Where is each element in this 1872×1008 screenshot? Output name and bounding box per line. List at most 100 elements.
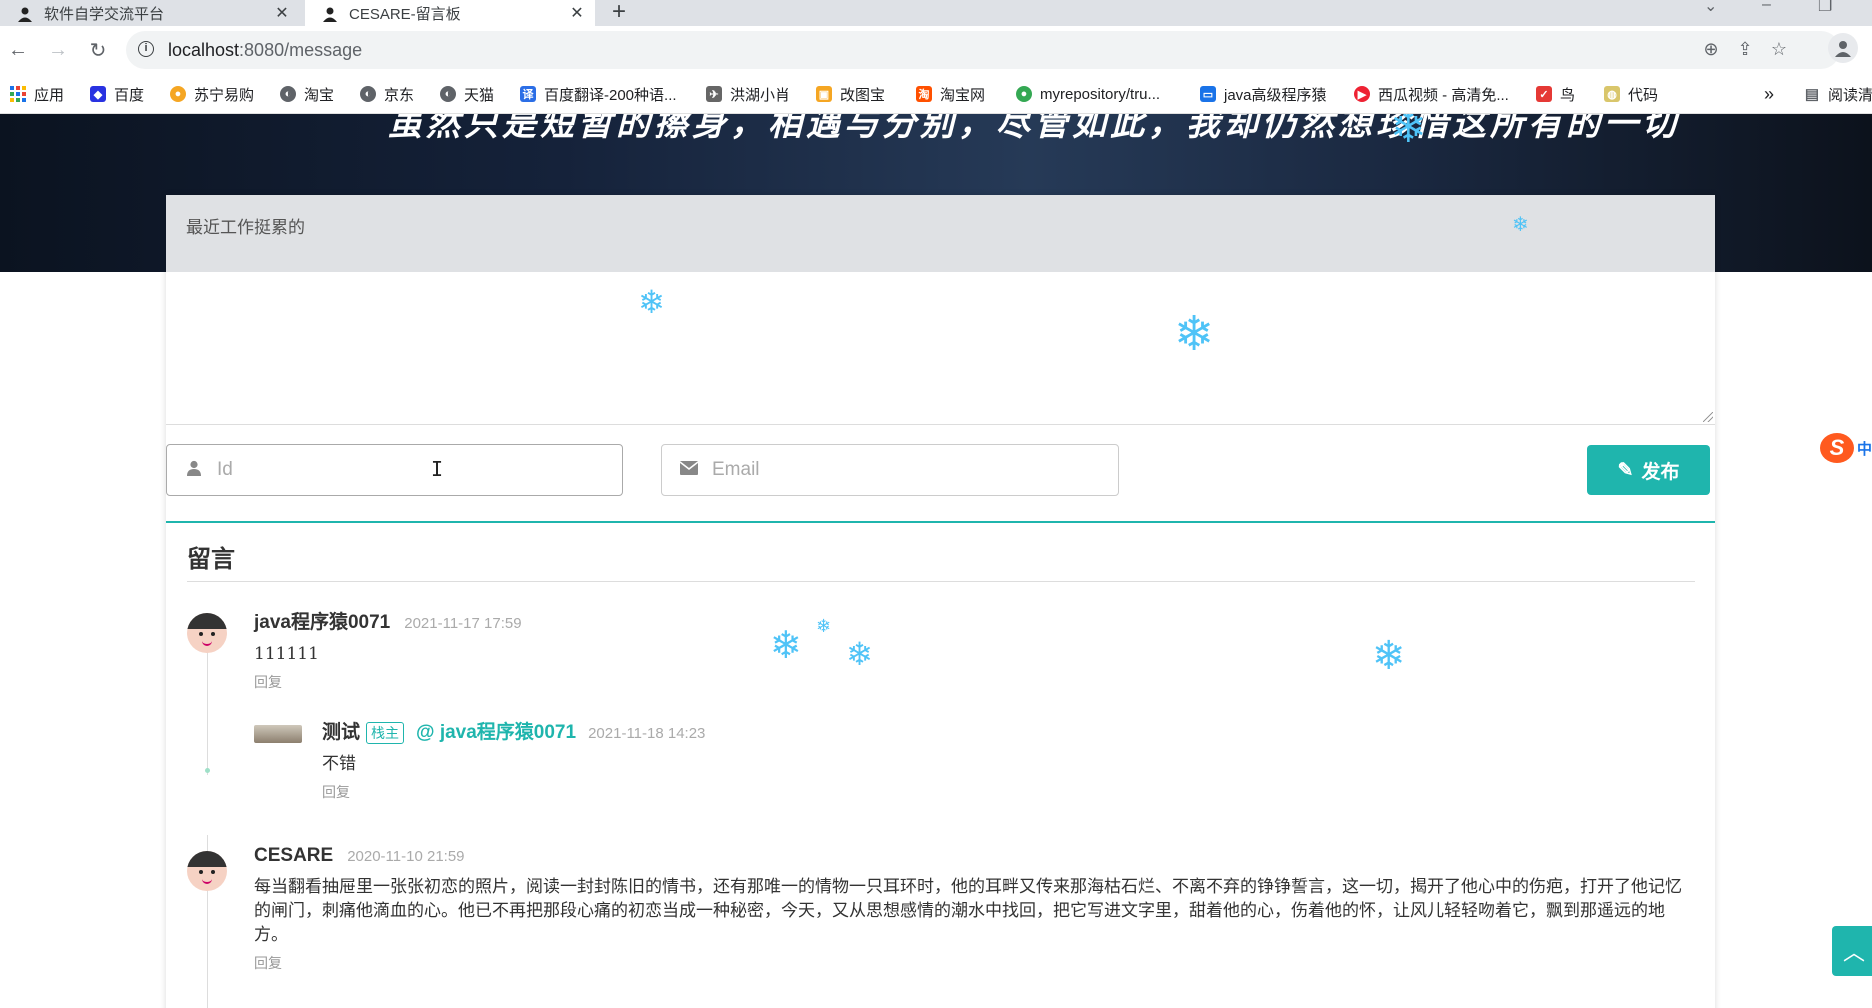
bookmark-label: 百度 [114,86,145,104]
resize-handle-icon[interactable] [1703,412,1713,422]
section-divider [166,521,1715,523]
browser-tab-strip: 软件自学交流平台 ✕ CESARE-留言板 ✕ + ⌄ – ❐ [0,0,1872,26]
bookmark-myrepository[interactable]: ● myrepository/tru... [1016,83,1160,105]
tab-search-chevron-icon[interactable]: ⌄ [1704,0,1717,16]
bookmark-tmall[interactable]: ◐ 天猫 [440,83,494,105]
bookmark-jd[interactable]: ◐ 京东 [360,83,414,105]
bookmarks-bar: 应用 ◆ 百度 ● 苏宁易购 ◐ 淘宝 ◐ 京东 ◐ 天猫 译百度翻译-200种语... … [0,74,1872,114]
restore-icon[interactable]: ❐ [1818,0,1832,16]
ime-toolbar[interactable]: S 中 °, ☺ 🎙 ⌨ ⚙ [1820,433,1872,463]
avatar [187,613,227,653]
globe-icon: ◐ [360,86,376,102]
message-card: I S 中 °, ☺ 🎙 ⌨ ⚙ ✎ 发布 留言 [166,195,1872,1008]
id-input[interactable] [215,458,622,482]
translate-icon: 译 [520,86,536,102]
bookmark-bird[interactable]: ✓ 鸟 [1536,83,1575,105]
bookmark-apps[interactable]: 应用 [10,83,64,105]
message-board-page: 虽然只是短暂的擦身，相遇与分别，尽管如此，我却仍然想珍惜这所有的一切 I S 中… [0,114,1872,1008]
address-bar[interactable]: i localhost:8080/message ⊕ ⇪ ☆ [126,31,1840,69]
new-tab-button[interactable]: + [612,0,626,26]
globe-icon: ◐ [440,86,456,102]
folder-icon: ▣ [816,86,832,102]
bookmark-label: 淘宝网 [940,86,986,104]
envelope-icon [678,460,700,480]
reply-link[interactable]: 回复 [322,782,350,802]
share-icon[interactable]: ⇪ [1734,39,1756,61]
back-arrow-icon[interactable]: ← [4,36,32,64]
snowflake-icon: ❄ [1174,306,1215,362]
reading-list-label: 阅读清 [1828,86,1872,104]
tab-title: 软件自学交流平台 [44,5,165,23]
snowflake-icon: ❄ [846,635,873,673]
forward-arrow-icon[interactable]: → [44,36,72,64]
xigua-icon: ▶ [1354,86,1370,102]
snowflake-icon: ❄ [1512,212,1529,236]
message-textarea[interactable] [166,195,1715,425]
bookmark-label: 洪湖小肖 [730,86,791,104]
id-field[interactable]: I [166,444,623,496]
site-info-icon[interactable]: i [138,41,154,57]
close-tab-icon[interactable]: ✕ [272,3,292,23]
baidu-paw-icon: ◆ [90,86,106,102]
bookmark-suning[interactable]: ● 苏宁易购 [170,83,254,105]
bookmark-baidu-translate[interactable]: 译百度翻译-200种语... [520,83,677,105]
bookmark-code[interactable]: ◍ 代码 [1604,83,1658,105]
comment-author: CESARE [254,845,334,866]
heading-underline [187,581,1695,582]
bookmarks-overflow-button[interactable]: » [1764,83,1774,105]
messages-heading: 留言 [187,546,235,573]
reading-list-button[interactable]: ▤ 阅读清 [1804,83,1872,105]
publish-label: 发布 [1641,461,1680,483]
reply-link[interactable]: 回复 [254,672,282,692]
comment-time: 2021-11-17 17:59 [404,615,522,632]
minimize-icon[interactable]: – [1762,0,1771,14]
taobao-icon: 淘 [916,86,932,102]
tab-software-platform[interactable]: 软件自学交流平台 ✕ [0,0,300,26]
bookmark-honghu[interactable]: ✈ 洪湖小肖 [706,83,790,105]
chevron-up-icon: ︿ [1842,940,1865,965]
comment-author: java程序猿0071 [254,612,391,633]
tab-title: CESARE-留言板 [349,5,461,23]
reload-icon[interactable]: ↻ [84,36,112,64]
bookmark-taobao[interactable]: ◐ 淘宝 [280,83,334,105]
bookmark-java-senior[interactable]: ▭ java高级程序猿 [1200,83,1327,105]
bookmark-gaitubao[interactable]: ▣ 改图宝 [816,83,885,105]
chrome-icon: ● [1016,86,1032,102]
tab-message-board[interactable]: CESARE-留言板 ✕ [305,0,595,26]
sogou-ime-icon[interactable]: S [1820,433,1854,463]
back-to-top-button[interactable]: ︿ [1832,926,1872,976]
bookmark-label: 改图宝 [840,86,886,104]
bookmark-label: 应用 [34,86,65,104]
bookmark-xigua[interactable]: ▶ 西瓜视频 - 高清免... [1354,83,1509,105]
mention-link[interactable]: @ java程序猿0071 [416,717,576,744]
message-editor [166,195,1715,425]
decor-dot [205,768,210,773]
publish-button[interactable]: ✎ 发布 [1587,445,1710,495]
bookmark-label: 百度翻译-200种语... [544,86,677,104]
profile-avatar-icon[interactable] [1828,33,1858,63]
bookmark-label: 代码 [1628,86,1659,104]
comment-author: 测试 [322,722,361,743]
leaf-icon: ◍ [1604,86,1620,102]
bookmark-baidu[interactable]: ◆ 百度 [90,83,144,105]
person-favicon-icon [16,4,34,22]
edit-icon: ✎ [1617,459,1634,481]
close-tab-icon[interactable]: ✕ [567,3,587,23]
thread-line [207,645,208,775]
comment-text: 不错 [322,754,356,774]
bookmark-label: java高级程序猿 [1224,86,1327,104]
bookmark-star-icon[interactable]: ☆ [1768,39,1790,61]
email-field[interactable] [661,444,1119,496]
zoom-icon[interactable]: ⊕ [1700,39,1722,61]
comment-time: 2020-11-10 21:59 [347,848,465,865]
url-text[interactable]: localhost:8080/message [168,40,362,61]
ime-mode[interactable]: 中 [1857,438,1872,459]
reply-link[interactable]: 回复 [254,953,282,973]
avatar [187,851,227,891]
comment-text: 111111 [254,644,319,664]
apps-grid-icon [10,86,26,102]
email-input[interactable] [710,458,1118,482]
bookmark-taobaowang[interactable]: 淘淘宝网 [916,83,985,105]
bird-red-icon: ✓ [1536,86,1552,102]
comment-text: 每当翻看抽屉里一张张初恋的照片，阅读一封封陈旧的情书，还有那唯一的情物一只耳环时… [254,877,1682,945]
